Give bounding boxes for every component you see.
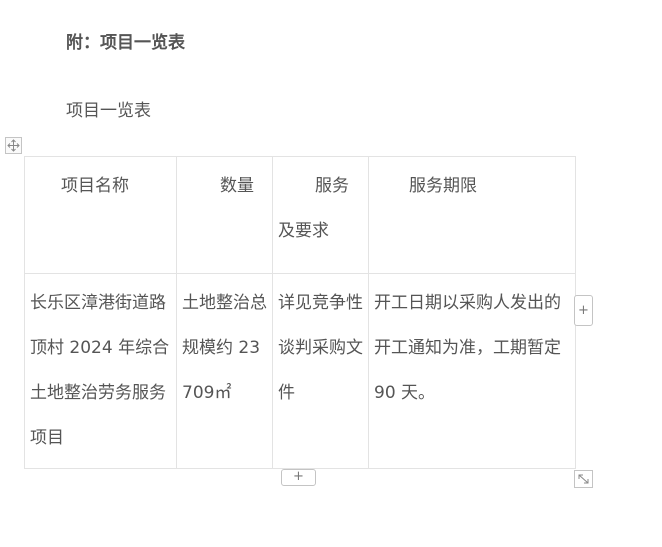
header-service-line1: 服务 <box>315 176 349 196</box>
resize-icon <box>578 474 589 484</box>
header-project-name[interactable]: 项目名称 <box>24 156 177 274</box>
add-column-button[interactable]: + <box>574 295 593 326</box>
appendix-heading: 附：项目一览表 <box>66 33 185 53</box>
cell-quantity[interactable]: 土地整治总规模约 23709㎡ <box>176 273 273 469</box>
project-table: 项目名称 数量 服务 及要求 服务期限 长乐区漳港街道路顶村 2024 年综合土… <box>24 156 576 469</box>
table-resize-handle[interactable] <box>574 470 593 488</box>
cell-service[interactable]: 详见竞争性谈判采购文件 <box>272 273 369 469</box>
add-row-button[interactable]: + <box>281 469 316 486</box>
table-move-handle[interactable] <box>5 137 22 154</box>
header-service-line2: 及要求 <box>278 221 329 241</box>
cell-project-name[interactable]: 长乐区漳港街道路顶村 2024 年综合土地整治劳务服务项目 <box>24 273 177 469</box>
header-quantity[interactable]: 数量 <box>176 156 273 274</box>
table-row: 长乐区漳港街道路顶村 2024 年综合土地整治劳务服务项目 土地整治总规模约 2… <box>24 273 576 469</box>
header-service-term[interactable]: 服务期限 <box>368 156 576 274</box>
header-service[interactable]: 服务 及要求 <box>272 156 369 274</box>
move-icon <box>7 139 20 152</box>
table-title: 项目一览表 <box>66 101 151 121</box>
cell-service-term[interactable]: 开工日期以采购人发出的开工通知为准，工期暂定 90 天。 <box>368 273 576 469</box>
table-header-row: 项目名称 数量 服务 及要求 服务期限 <box>24 156 576 274</box>
